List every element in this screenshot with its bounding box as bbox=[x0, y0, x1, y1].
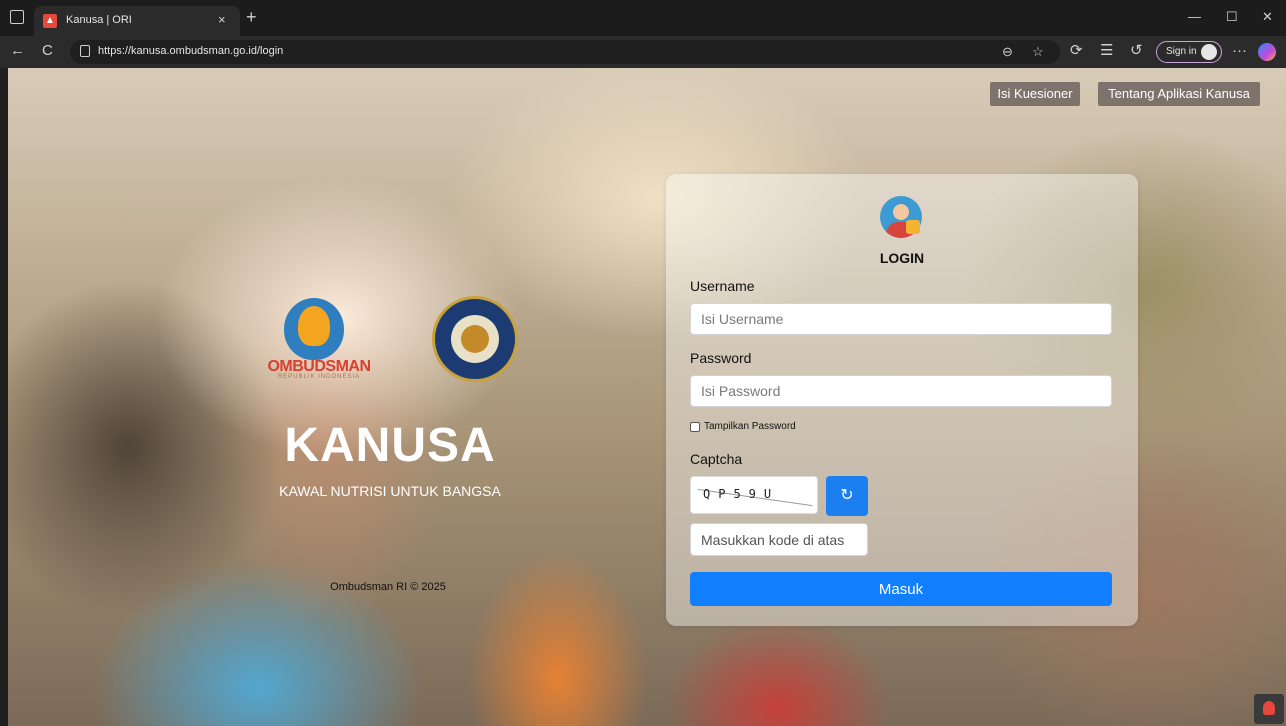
footer-copyright: Ombudsman RI © 2025 bbox=[330, 581, 446, 593]
close-window-button[interactable]: ✕ bbox=[1262, 9, 1273, 25]
corner-app-badge[interactable] bbox=[1254, 694, 1284, 724]
app-title: KANUSA bbox=[284, 419, 496, 472]
captcha-input[interactable] bbox=[690, 523, 868, 556]
favorites-icon[interactable]: ☰ bbox=[1100, 43, 1113, 59]
reader-icon[interactable]: ⊖ bbox=[1002, 44, 1013, 60]
navigation-bar: ← C https://kanusa.ombudsman.go.id/login… bbox=[0, 36, 1286, 68]
maximize-button[interactable]: ☐ bbox=[1226, 9, 1238, 25]
show-password-label[interactable]: Tampilkan Password bbox=[704, 421, 796, 432]
username-input[interactable] bbox=[690, 303, 1112, 335]
favorite-star-icon[interactable]: ☆ bbox=[1032, 44, 1044, 60]
tab-actions-icon[interactable] bbox=[10, 10, 24, 24]
sign-in-button[interactable]: Sign in bbox=[1156, 41, 1222, 63]
bgn-emblem-inner bbox=[451, 315, 499, 363]
badan-gizi-nasional-logo bbox=[432, 296, 518, 382]
username-label: Username bbox=[690, 278, 755, 294]
tentang-aplikasi-button[interactable]: Tentang Aplikasi Kanusa bbox=[1098, 82, 1260, 106]
captcha-image: QP59U bbox=[690, 476, 818, 514]
lock-badge-icon bbox=[906, 220, 920, 234]
address-bar[interactable]: https://kanusa.ombudsman.go.id/login ⊖ ☆ bbox=[70, 40, 1060, 64]
tab-title: Kanusa | ORI bbox=[66, 14, 132, 26]
show-password-checkbox[interactable] bbox=[690, 422, 700, 432]
password-label: Password bbox=[690, 350, 752, 366]
masuk-button[interactable]: Masuk bbox=[690, 572, 1112, 606]
login-title: LOGIN bbox=[879, 250, 925, 266]
site-info-lock-icon[interactable] bbox=[80, 45, 90, 57]
copilot-icon[interactable] bbox=[1258, 43, 1276, 61]
tab-bar: ▲ Kanusa | ORI × + — ☐ ✕ bbox=[0, 0, 1286, 36]
ombudsman-emblem-icon bbox=[284, 298, 344, 360]
captcha-label: Captcha bbox=[690, 451, 743, 467]
profile-avatar-icon bbox=[1201, 44, 1217, 60]
ombudsman-logo-subtext: REPUBLIK INDONESIA bbox=[277, 374, 361, 380]
app-subtitle: KAWAL NUTRISI UNTUK BANGSA bbox=[279, 483, 501, 499]
extensions-icon[interactable]: ⟳ bbox=[1070, 43, 1083, 59]
back-icon[interactable]: ← bbox=[10, 43, 25, 59]
url-text[interactable]: https://kanusa.ombudsman.go.id/login bbox=[98, 45, 283, 57]
sign-in-label: Sign in bbox=[1166, 46, 1197, 57]
captcha-code: QP59U bbox=[703, 487, 780, 501]
password-input[interactable] bbox=[690, 375, 1112, 407]
more-menu-icon[interactable]: ··· bbox=[1232, 43, 1247, 59]
minimize-button[interactable]: — bbox=[1188, 9, 1201, 24]
login-card: LOGIN Username Password Tampilkan Passwo… bbox=[666, 174, 1138, 626]
ombudsman-logo: OMBUDSMAN REPUBLIK INDONESIA bbox=[260, 298, 378, 382]
page-viewport: Isi Kuesioner Tentang Aplikasi Kanusa OM… bbox=[8, 68, 1286, 726]
kanusa-favicon-icon: ▲ bbox=[43, 14, 57, 28]
refresh-icon[interactable]: C bbox=[42, 43, 53, 59]
new-tab-button[interactable]: + bbox=[246, 8, 257, 26]
browser-window: ▲ Kanusa | ORI × + — ☐ ✕ ← C https://kan… bbox=[0, 0, 1286, 726]
browser-tab[interactable]: ▲ Kanusa | ORI × bbox=[34, 6, 240, 36]
flame-icon bbox=[1263, 701, 1275, 715]
tab-close-icon[interactable]: × bbox=[218, 12, 226, 27]
isi-kuesioner-button[interactable]: Isi Kuesioner bbox=[990, 82, 1080, 106]
garuda-emblem-icon bbox=[461, 325, 489, 353]
history-icon[interactable]: ↺ bbox=[1130, 43, 1143, 59]
captcha-refresh-button[interactable]: ↻ bbox=[826, 476, 868, 516]
